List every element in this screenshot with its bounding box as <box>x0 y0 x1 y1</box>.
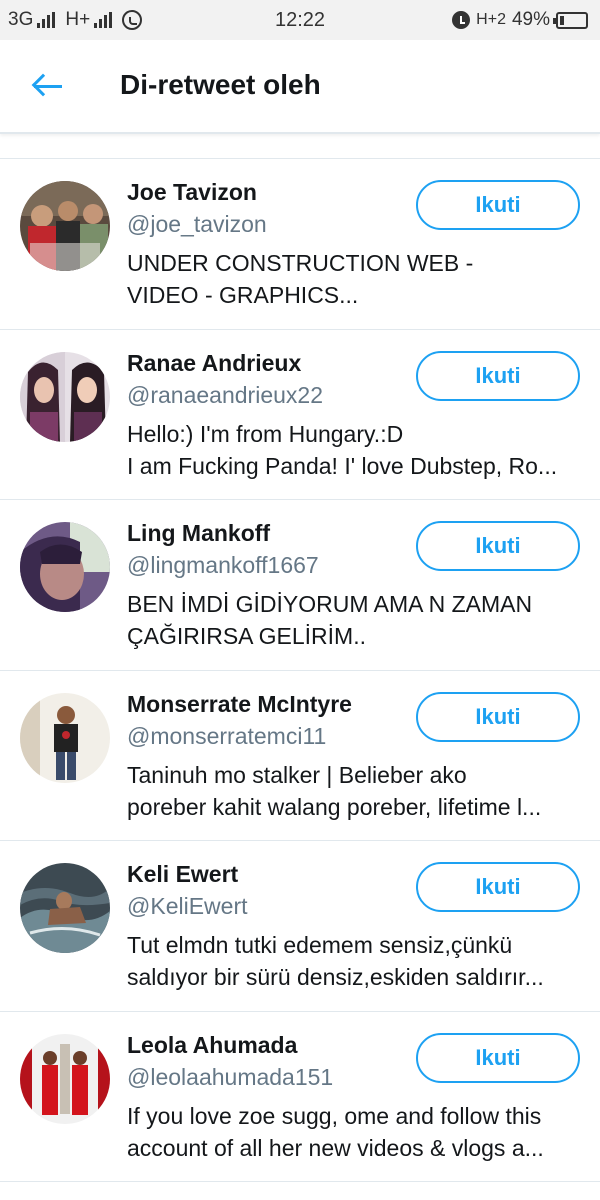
bio-line: I am Fucking Panda! I' love Dubstep, Ro.… <box>127 452 558 479</box>
user-bio: Tut elmdn tutki edemem sensiz,çünkü sald… <box>127 929 577 993</box>
follow-button[interactable]: Ikuti <box>416 180 580 230</box>
status-bar: 3G H+ 12:22 H+2 49% <box>0 0 600 40</box>
user-handle: @ranaeandrieux22 <box>127 381 323 408</box>
alarm-icon <box>452 11 471 29</box>
follow-button[interactable]: Ikuti <box>416 691 580 742</box>
bio-line: If you love zoe sugg, ome and follow thi… <box>127 1102 542 1129</box>
status-right: H+2 49% <box>452 9 588 31</box>
follow-button[interactable]: Ikuti <box>416 1032 580 1083</box>
list-item[interactable]: Monserrate McIntyre @monserratemci11 Tan… <box>0 671 600 841</box>
bio-line: Hello:) I'm from Hungary.:D <box>127 420 404 447</box>
list-item[interactable]: Ling Mankoff @lingmankoff1667 BEN İMDİ G… <box>0 500 600 671</box>
battery-percent: 49% <box>511 9 550 30</box>
bio-line: Taninuh mo stalker | Belieber ako <box>127 761 467 788</box>
bio-line: Tut elmdn tutki edemem sensiz,çünkü <box>127 932 513 958</box>
bio-line: ÇAĞIRIRSA GELİRİM.. <box>127 623 366 649</box>
user-bio: Hello:) I'm from Hungary.:D I am Fucking… <box>127 418 577 482</box>
user-name[interactable]: Ranae Andrieux <box>127 350 301 377</box>
bio-line: UNDER CONSTRUCTION WEB - <box>127 250 474 276</box>
user-handle: @KeliEwert <box>127 893 248 919</box>
retweeters-list: Joe Tavizon @joe_tavizon UNDER CONSTRUCT… <box>0 159 600 1182</box>
user-bio: If you love zoe sugg, ome and follow thi… <box>127 1100 577 1164</box>
list-item[interactable]: Joe Tavizon @joe_tavizon UNDER CONSTRUCT… <box>0 159 600 330</box>
bio-line: VIDEO - GRAPHICS... <box>127 282 359 308</box>
follow-button[interactable]: Ikuti <box>416 350 580 401</box>
bio-line: saldıyor bir sürü densiz,eskiden saldırı… <box>127 964 544 990</box>
user-bio: UNDER CONSTRUCTION WEB - VIDEO - GRAPHIC… <box>127 247 577 311</box>
follow-button[interactable]: Ikuti <box>416 521 580 571</box>
avatar[interactable] <box>20 863 110 953</box>
user-handle: @lingmankoff1667 <box>127 552 319 578</box>
avatar[interactable] <box>20 181 110 271</box>
user-handle: @leolaahumada151 <box>127 1063 334 1090</box>
page-title: Di-retweet oleh <box>120 69 321 100</box>
user-name[interactable]: Joe Tavizon <box>127 179 257 206</box>
network-label-hplus2: H+2 <box>476 11 506 28</box>
user-name[interactable]: Keli Ewert <box>127 861 238 888</box>
bio-line: account of all her new videos & vlogs a.… <box>127 1134 544 1161</box>
user-bio: Taninuh mo stalker | Belieber ako porebe… <box>127 759 577 823</box>
app-header: Di-retweet oleh <box>0 40 600 134</box>
avatar[interactable] <box>20 692 110 783</box>
list-item[interactable]: Keli Ewert @KeliEwert Tut elmdn tutki ed… <box>0 841 600 1012</box>
user-name[interactable]: Monserrate McIntyre <box>127 691 352 718</box>
user-name[interactable]: Ling Mankoff <box>127 520 270 547</box>
back-button[interactable] <box>28 70 64 104</box>
user-name[interactable]: Leola Ahumada <box>127 1032 297 1059</box>
bio-line: poreber kahit walang poreber, lifetime l… <box>127 793 542 820</box>
user-handle: @monserratemci11 <box>127 722 327 749</box>
bio-line: BEN İMDİ GİDİYORUM AMA N ZAMAN <box>127 591 533 617</box>
avatar[interactable] <box>20 351 110 442</box>
list-item[interactable]: Ranae Andrieux @ranaeandrieux22 Hello:) … <box>0 330 600 500</box>
user-bio: BEN İMDİ GİDİYORUM AMA N ZAMAN ÇAĞIRIRSA… <box>127 588 577 652</box>
follow-button[interactable]: Ikuti <box>416 862 580 912</box>
battery-icon <box>553 11 588 29</box>
avatar[interactable] <box>20 1033 110 1124</box>
user-handle: @joe_tavizon <box>127 211 267 237</box>
avatar[interactable] <box>20 522 110 612</box>
list-item[interactable]: Leola Ahumada @leolaahumada151 If you lo… <box>0 1012 600 1182</box>
